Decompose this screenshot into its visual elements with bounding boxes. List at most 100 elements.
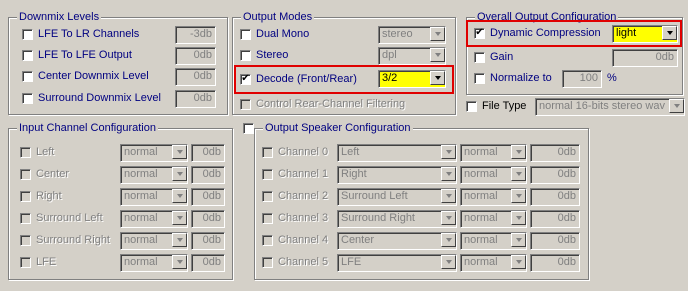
output-channel-source-select-value: Right [341,168,367,180]
dynamic-compression-select[interactable]: light [612,25,678,43]
chevron-down-icon[interactable] [172,145,187,159]
gain-value[interactable]: 0db [612,49,678,67]
dual-mono-row[interactable]: Dual Mono [240,25,309,43]
chevron-down-icon[interactable] [441,255,456,269]
lfe-to-lr-checkbox[interactable] [22,28,33,40]
chevron-down-icon[interactable] [172,167,187,181]
input-channel-mode-select[interactable]: normal [120,210,188,228]
output-channel-row: Channel 5 [262,253,328,271]
gain-row[interactable]: Gain [474,48,513,66]
chevron-down-icon[interactable] [669,99,684,113]
output-channel-mode-select[interactable]: normal [460,210,527,228]
output-speaker-enable-checkbox[interactable] [243,123,254,134]
chevron-down-icon[interactable] [511,211,526,225]
normalize-row[interactable]: Normalize to [474,69,552,87]
output-channel-checkbox [262,256,273,268]
lfe-to-lr-row[interactable]: LFE To LR Channels [22,25,139,43]
output-channel-mode-select[interactable]: normal [460,254,527,272]
chevron-down-icon[interactable] [511,167,526,181]
output-channel-row: Channel 2 [262,187,328,205]
downmix-levels-title: Downmix Levels [17,11,102,23]
output-channel-mode-select[interactable]: normal [460,188,527,206]
input-channel-mode-select[interactable]: normal [120,254,188,272]
output-channel-mode-select-value: normal [464,190,498,202]
file-type-select[interactable]: normal 16-bits stereo wav [535,98,685,116]
chevron-down-icon[interactable] [172,211,187,225]
output-channel-checkbox [262,168,273,180]
input-channel-mode-select[interactable]: normal [120,232,188,250]
surround-downmix-row[interactable]: Surround Downmix Level [22,89,161,107]
input-channel-label: Left [36,146,55,158]
surround-downmix-checkbox[interactable] [22,92,33,104]
chevron-down-icon[interactable] [441,233,456,247]
decode-select[interactable]: 3/2 [378,70,446,88]
lfe-to-lfe-row[interactable]: LFE To LFE Output [22,46,132,64]
lfe-to-lfe-checkbox[interactable] [22,49,33,61]
output-channel-source-select[interactable]: Surround Left [337,188,457,206]
file-type-checkbox[interactable] [466,100,477,112]
input-channel-mode-select-value: normal [124,146,158,158]
output-channel-source-select[interactable]: LFE [337,254,457,272]
gain-checkbox[interactable] [474,51,485,63]
chevron-down-icon[interactable] [511,145,526,159]
dual-mono-checkbox[interactable] [240,28,251,40]
output-channel-row: Channel 0 [262,143,328,161]
input-channel-checkbox [20,168,31,180]
stereo-select[interactable]: dpl [378,47,446,65]
chevron-down-icon[interactable] [511,189,526,203]
decode-row[interactable]: ✔ Decode (Front/Rear) [240,70,357,88]
chevron-down-icon[interactable] [511,233,526,247]
lfe-to-lr-value[interactable]: -3db [175,26,216,44]
chevron-down-icon[interactable] [430,27,445,41]
normalize-value[interactable]: 100 [562,70,602,88]
input-channel-label: LFE [36,256,57,268]
center-downmix-value[interactable]: 0db [175,68,216,86]
chevron-down-icon[interactable] [662,26,677,40]
output-channel-gain: 0db [530,188,580,206]
center-downmix-checkbox[interactable] [22,70,33,82]
input-channel-row: Center [20,165,69,183]
output-channel-label: Channel 4 [278,234,329,246]
chevron-down-icon[interactable] [430,71,445,85]
input-channel-mode-select[interactable]: normal [120,188,188,206]
dynamic-compression-row[interactable]: ✔ Dynamic Compression [474,24,601,42]
output-channel-row: Channel 3 [262,209,328,227]
dynamic-compression-checkbox[interactable]: ✔ [474,27,485,39]
file-type-row[interactable]: File Type [466,97,526,115]
chevron-down-icon[interactable] [441,189,456,203]
lfe-to-lfe-value[interactable]: 0db [175,47,216,65]
output-channel-source-select[interactable]: Right [337,166,457,184]
output-channel-mode-select[interactable]: normal [460,166,527,184]
dynamic-compression-label: Dynamic Compression [490,27,601,39]
decode-label: Decode (Front/Rear) [256,73,357,85]
output-channel-source-select[interactable]: Surround Right [337,210,457,228]
chevron-down-icon[interactable] [172,255,187,269]
chevron-down-icon[interactable] [441,211,456,225]
surround-downmix-value[interactable]: 0db [175,90,216,108]
chevron-down-icon[interactable] [430,48,445,62]
stereo-row[interactable]: Stereo [240,46,288,64]
chevron-down-icon[interactable] [511,255,526,269]
input-channel-checkbox [20,190,31,202]
output-channel-checkbox [262,146,273,158]
output-channel-mode-select[interactable]: normal [460,144,527,162]
output-channel-mode-select[interactable]: normal [460,232,527,250]
input-channel-mode-select[interactable]: normal [120,166,188,184]
chevron-down-icon[interactable] [441,167,456,181]
normalize-unit: % [607,72,617,84]
output-channel-source-select[interactable]: Center [337,232,457,250]
output-channel-gain: 0db [530,144,580,162]
center-downmix-row[interactable]: Center Downmix Level [22,67,149,85]
input-channel-mode-select-value: normal [124,234,158,246]
normalize-checkbox[interactable] [474,72,485,84]
dual-mono-select[interactable]: stereo [378,26,446,44]
chevron-down-icon[interactable] [441,145,456,159]
output-channel-source-select-value: Surround Right [341,212,415,224]
chevron-down-icon[interactable] [172,233,187,247]
output-channel-gain: 0db [530,166,580,184]
decode-checkbox[interactable]: ✔ [240,73,251,85]
chevron-down-icon[interactable] [172,189,187,203]
stereo-checkbox[interactable] [240,49,251,61]
input-channel-mode-select[interactable]: normal [120,144,188,162]
output-channel-source-select[interactable]: Left [337,144,457,162]
